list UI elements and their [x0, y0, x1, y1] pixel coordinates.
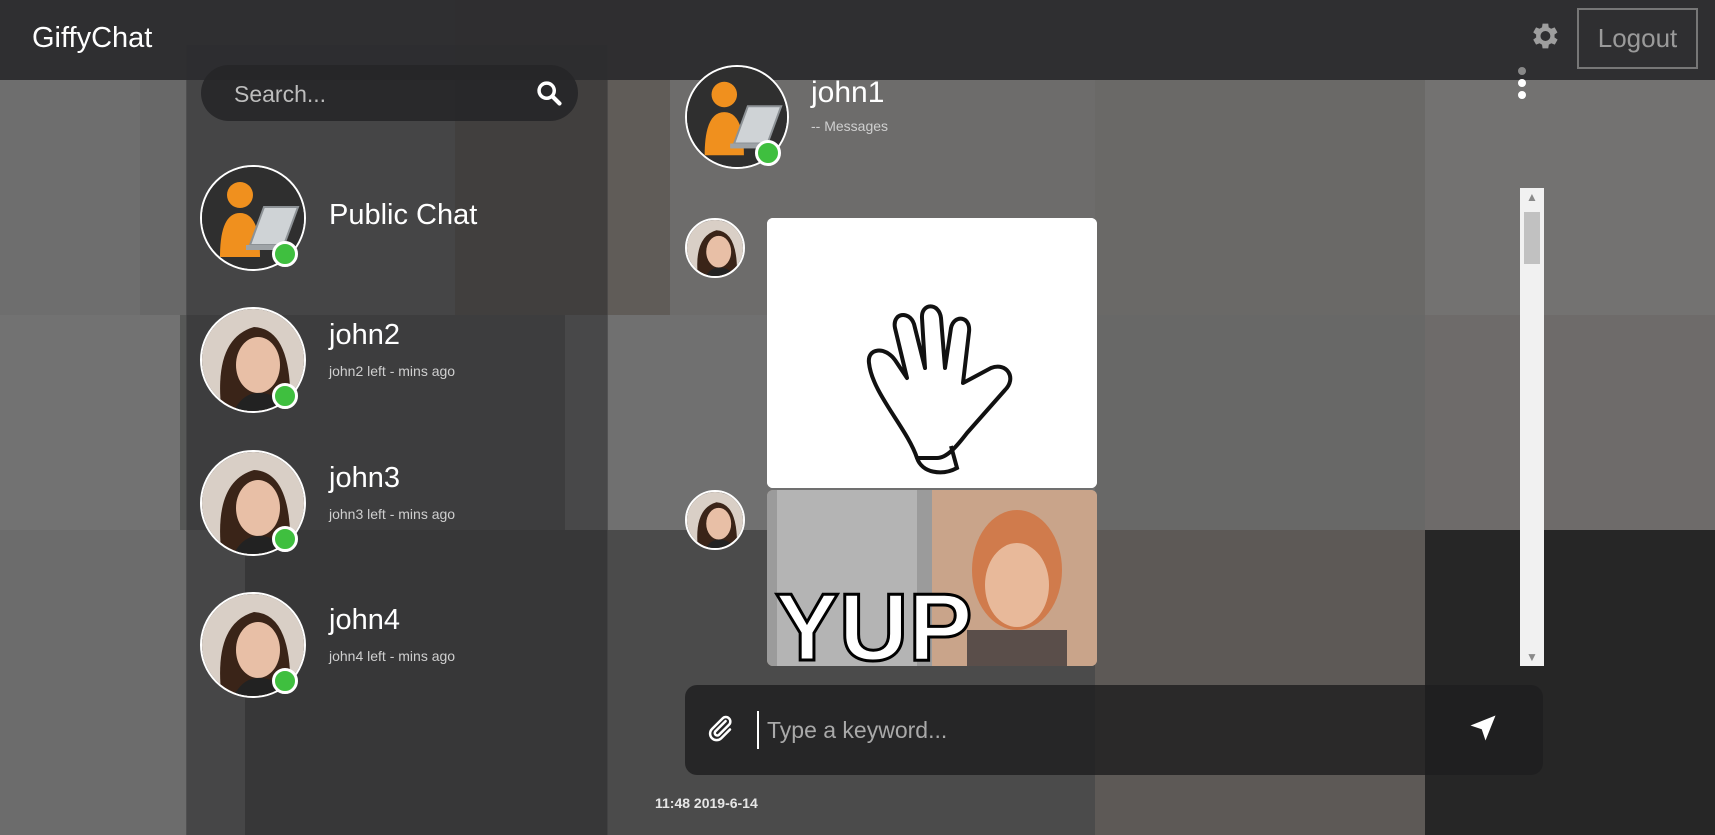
yup-gif[interactable]: YUP [767, 490, 1097, 666]
contact-status: john4 left - mins ago [329, 648, 456, 664]
contact-john4[interactable]: john4 john4 left - mins ago [200, 592, 620, 702]
waving-hand-gif[interactable] [767, 218, 1097, 488]
sidebar [186, 45, 608, 835]
logout-button[interactable]: Logout [1577, 8, 1698, 69]
online-indicator [272, 383, 298, 409]
contact-name: john3 [329, 462, 400, 494]
online-indicator [272, 526, 298, 552]
search-box [201, 65, 578, 121]
contact-john3[interactable]: john3 john3 left - mins ago [200, 450, 620, 560]
chat-subtitle: -- Messages [811, 118, 889, 134]
scroll-up-arrow-icon[interactable]: ▲ [1520, 188, 1544, 206]
search-input[interactable] [234, 79, 524, 109]
chat-title: john1 [811, 76, 885, 109]
app-title: GiffyChat [32, 22, 153, 54]
contact-name: john2 [329, 319, 400, 351]
paperclip-icon[interactable] [705, 713, 735, 743]
send-icon[interactable] [1468, 713, 1498, 743]
message-list: YUP [680, 188, 1516, 666]
contact-status: john2 left - mins ago [329, 363, 456, 379]
contact-name: john4 [329, 604, 400, 636]
messages-scrollbar[interactable]: ▲ ▼ [1520, 188, 1544, 666]
online-indicator [272, 668, 298, 694]
search-icon[interactable] [535, 79, 563, 107]
message-timestamp: 11:48 2019-6-14 [655, 795, 758, 811]
gear-icon[interactable] [1527, 19, 1561, 53]
message-avatar [685, 218, 745, 278]
contact-status: john3 left - mins ago [329, 506, 456, 522]
scroll-down-arrow-icon[interactable]: ▼ [1520, 648, 1544, 666]
contact-john2[interactable]: john2 john2 left - mins ago [200, 307, 620, 417]
more-options-icon[interactable] [1515, 67, 1529, 101]
message-avatar [685, 490, 745, 550]
message-input[interactable] [757, 711, 1317, 749]
gif-caption: YUP [775, 574, 972, 666]
message-input-bar [685, 685, 1543, 775]
online-indicator [272, 241, 298, 267]
scroll-thumb[interactable] [1524, 212, 1540, 264]
online-indicator [755, 140, 781, 166]
contact-name: Public Chat [329, 199, 478, 231]
contact-public-chat[interactable]: Public Chat [200, 165, 620, 275]
